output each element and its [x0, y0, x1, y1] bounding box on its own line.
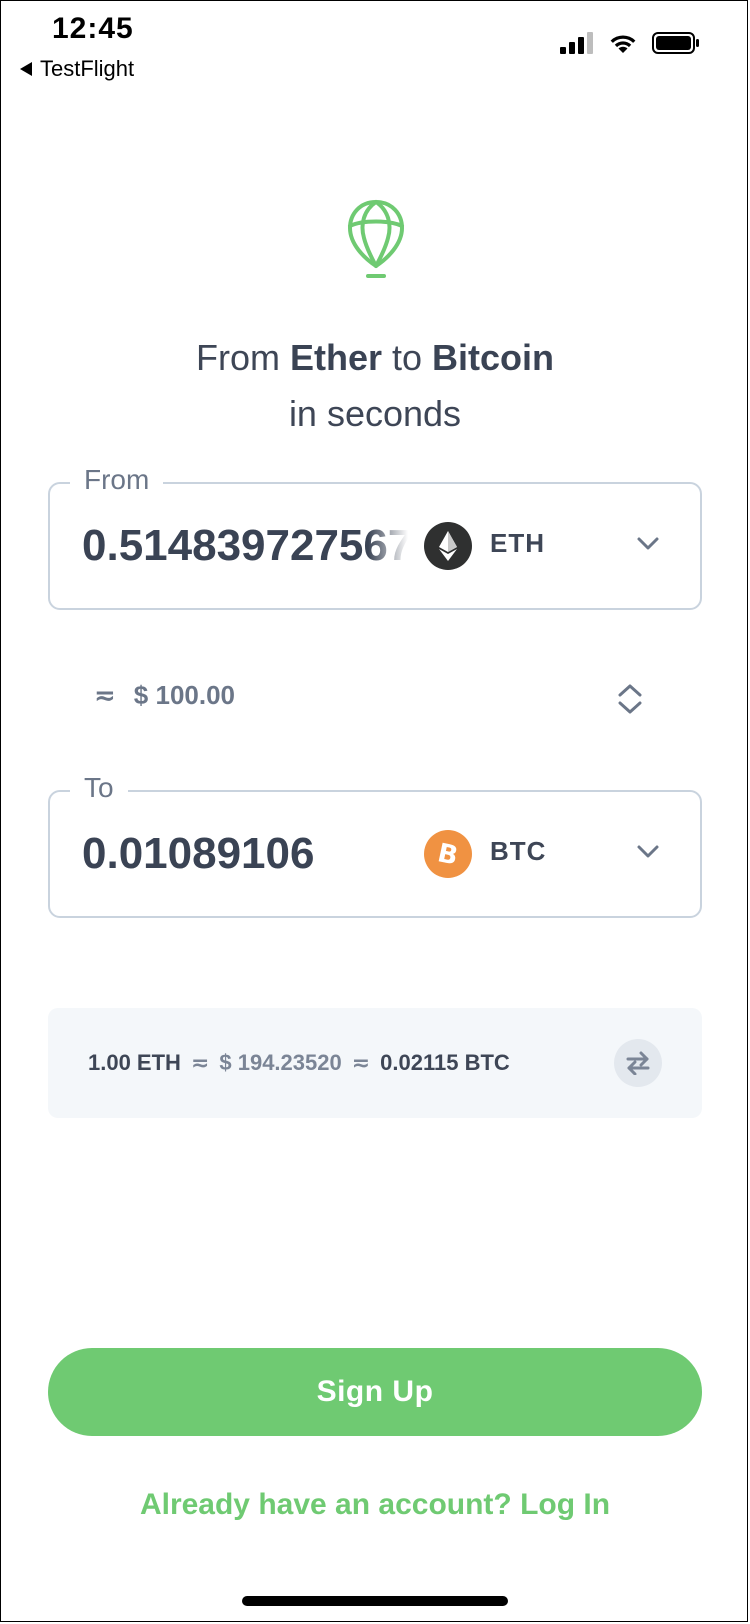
- status-time: 12:45: [52, 12, 134, 45]
- swap-direction-button[interactable]: [614, 1039, 662, 1087]
- ethereum-icon: [424, 522, 472, 570]
- cellular-signal-icon: [560, 32, 593, 54]
- rate-approx-1: ≂: [190, 1050, 210, 1075]
- to-amount-field[interactable]: To 0.01089106 B BTC: [48, 772, 702, 918]
- rate-usd: $ 194.23520: [219, 1050, 342, 1075]
- home-indicator[interactable]: [242, 1596, 508, 1606]
- to-amount-input[interactable]: 0.01089106: [82, 824, 408, 884]
- from-amount-input[interactable]: 0.514839727567: [82, 516, 408, 576]
- headline-line-2: in seconds: [288, 393, 462, 434]
- from-field-label: From: [70, 464, 164, 496]
- bitcoin-icon: B: [424, 830, 472, 878]
- chevron-down-icon[interactable]: [636, 536, 660, 552]
- wifi-icon: [610, 35, 636, 53]
- headline-mid: to: [382, 337, 433, 378]
- log-in-link[interactable]: Already have an account? Log In: [0, 1488, 750, 1522]
- status-bar: 12:45 TestFlight: [0, 0, 750, 90]
- to-field-label: To: [70, 772, 128, 804]
- balloon-logo-icon: [348, 200, 404, 278]
- chevron-down-icon[interactable]: [636, 844, 660, 860]
- headline-from-coin: Ether: [289, 337, 382, 378]
- exchange-rate-panel: 1.00 ETH ≂ $ 194.23520 ≂ 0.02115 BTC: [48, 1008, 702, 1118]
- usd-value: $ 100.00: [133, 680, 236, 710]
- usd-equivalent-row: ≂ $ 100.00: [94, 680, 235, 711]
- sign-up-button[interactable]: Sign Up: [48, 1348, 702, 1436]
- headline-to-coin: Bitcoin: [432, 337, 555, 378]
- up-down-chevron-icon[interactable]: [616, 682, 644, 716]
- headline: From Ether to Bitcoin in seconds: [0, 330, 750, 442]
- back-app-label: TestFlight: [40, 56, 135, 81]
- to-coin-code: BTC: [490, 836, 547, 866]
- from-coin-code: ETH: [490, 528, 545, 558]
- from-amount-field[interactable]: From 0.514839727567 ETH: [48, 464, 702, 610]
- rate-approx-2: ≂: [351, 1050, 371, 1075]
- swap-arrows-icon: [626, 1051, 650, 1075]
- headline-line-1: From Ether to Bitcoin: [0, 330, 750, 386]
- rate-eth: 1.00 ETH: [88, 1050, 181, 1075]
- battery-icon: [652, 32, 699, 54]
- back-triangle-icon: [20, 62, 32, 76]
- rate-btc: 0.02115 BTC: [380, 1050, 510, 1075]
- status-icons: [560, 32, 700, 54]
- approx-icon: ≂: [94, 680, 116, 710]
- back-to-app-link[interactable]: TestFlight: [20, 56, 134, 82]
- headline-prefix: From: [195, 337, 290, 378]
